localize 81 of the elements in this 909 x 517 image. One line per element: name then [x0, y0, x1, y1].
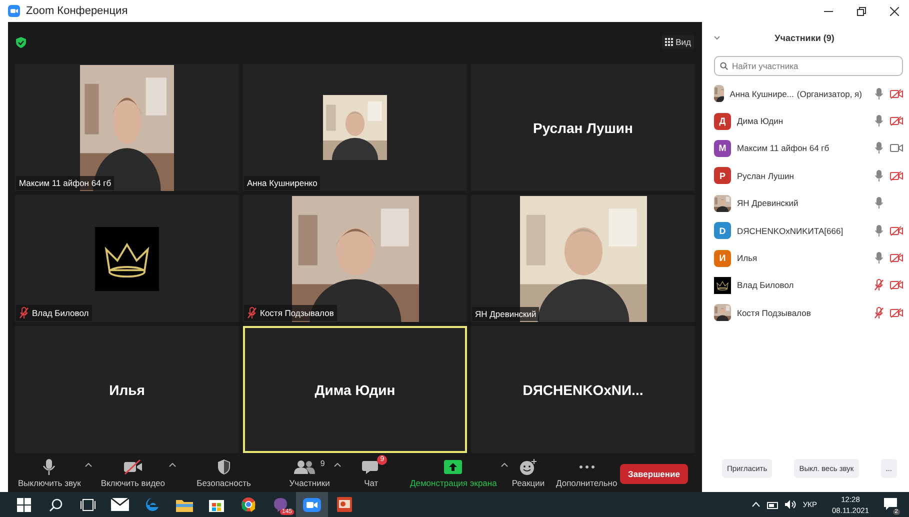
avatar-letter: D — [714, 222, 731, 240]
people-icon — [294, 460, 316, 474]
store-icon — [208, 497, 224, 512]
participant-name: Илья — [737, 253, 758, 264]
chrome-icon — [240, 497, 256, 512]
microphone-icon — [42, 459, 56, 475]
folder-icon — [176, 498, 192, 512]
chevron-up-icon[interactable] — [752, 502, 760, 507]
participant-row[interactable]: D DЯCHENKOxNИKИTA[666] — [714, 216, 903, 244]
browser-icon — [144, 497, 160, 512]
crown-icon — [95, 226, 159, 290]
toolbar-button[interactable]: Выключить звук — [14, 457, 85, 490]
caret-icon[interactable] — [168, 463, 176, 467]
toolbar-button[interactable]: Безопасность — [192, 457, 255, 490]
notifications-icon[interactable] — [884, 498, 897, 510]
participant-name: Руслан Лушин — [737, 170, 794, 181]
participant-name: Анна Кушниренко — [247, 178, 318, 188]
video-camera-icon — [303, 498, 321, 512]
caret-icon[interactable] — [334, 463, 341, 467]
participant-name: DЯCHENKOxNИKИTA[666] — [737, 226, 844, 236]
toolbar-button[interactable]: Включить видео — [96, 457, 169, 490]
participant-row[interactable]: М Максим 11 айфон 64 гб — [714, 134, 903, 162]
participant-row[interactable]: ЯН Древинский — [714, 190, 903, 217]
view-button[interactable]: Вид — [662, 35, 694, 49]
caret-icon[interactable] — [500, 463, 508, 467]
mail-icon — [111, 498, 129, 511]
role-label: (Организатор, я) — [796, 88, 862, 99]
window-title: Zoom Конференция — [26, 5, 128, 17]
network-icon[interactable] — [766, 500, 778, 509]
avatar-letter: М — [714, 140, 731, 157]
shield-check-icon[interactable] — [16, 36, 26, 48]
share-screen-icon — [444, 460, 462, 474]
participant-name: ЯН Древинский — [475, 309, 536, 319]
participant-name: Руслан Лушин — [532, 118, 634, 138]
taskbar-app[interactable] — [296, 492, 328, 517]
presentation-icon — [336, 497, 352, 512]
avatar-letter: И — [714, 250, 731, 267]
search-field[interactable]: Найти участника — [714, 56, 903, 76]
participant-name: ЯН Древинский — [737, 198, 798, 208]
participant-row[interactable]: Костя Подзывалов — [714, 299, 903, 327]
participant-name: DЯCHENKOxNИ... — [522, 380, 644, 400]
windows-start-icon — [17, 498, 31, 512]
avatar-letter: Р — [714, 167, 731, 184]
toolbar-button[interactable]: Дополнительно — [552, 457, 622, 490]
toolbar-button[interactable]: Реакции — [508, 457, 549, 490]
close-icon[interactable] — [890, 6, 899, 16]
participant-name: Анна Кушнире... — [730, 88, 794, 99]
more-icon — [578, 465, 595, 469]
participant-row[interactable]: Д Дима Юдин — [714, 107, 903, 135]
participant-count: 9 — [320, 459, 325, 468]
video-off-icon — [122, 459, 143, 475]
participant-row[interactable]: Анна Кушнире... (Организатор, я) — [714, 80, 903, 108]
participant-name: Максим 11 айфон 64 гб — [737, 143, 830, 154]
participant-name: Максим 11 айфон 64 гб — [19, 178, 112, 188]
participant-name: Влад Биловол — [737, 280, 794, 290]
end-button[interactable]: Завершение — [620, 464, 688, 484]
zoom-logo-icon — [8, 5, 20, 17]
speaker-icon[interactable] — [784, 500, 796, 509]
toolbar-button[interactable]: 9 Участники — [285, 457, 334, 490]
chat-icon — [362, 459, 380, 475]
participant-name: Влад Биловол — [32, 308, 89, 318]
restore-icon[interactable] — [857, 6, 866, 16]
grid-icon — [664, 38, 673, 46]
participant-name: Дима Юдин — [314, 380, 396, 400]
participant-row[interactable]: Влад Биловол — [714, 272, 903, 300]
crown-avatar-icon — [714, 276, 731, 294]
search-icon — [49, 498, 63, 512]
participant-name: Костя Подзывалов — [260, 308, 334, 318]
task-view-icon — [80, 498, 96, 510]
avatar-letter: Д — [714, 112, 731, 130]
toolbar-button[interactable]: Демонстрация экрана — [406, 457, 501, 490]
chevron-down-icon[interactable] — [714, 36, 720, 40]
smiley-icon — [519, 459, 538, 475]
participant-name: Костя Подзывалов — [737, 308, 811, 318]
shield-icon — [216, 459, 231, 475]
participant-name: Дима Юдин — [737, 116, 784, 126]
panel-title: Участники (9) — [774, 33, 836, 43]
caret-icon[interactable] — [84, 463, 92, 467]
participant-row[interactable]: Р Руслан Лушин — [714, 162, 903, 190]
participant-row[interactable]: И Илья — [714, 244, 903, 272]
participant-name: Илья — [108, 380, 146, 400]
